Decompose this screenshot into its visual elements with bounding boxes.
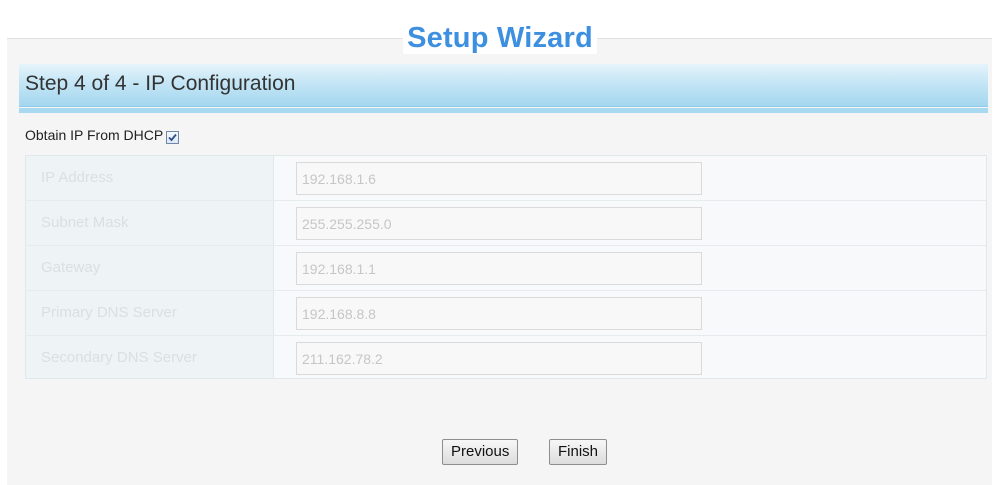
ip-address-label: IP Address <box>41 169 114 186</box>
secondary-dns-field[interactable] <box>296 342 702 375</box>
step-header-underline <box>19 108 988 113</box>
secondary-dns-row: Secondary DNS Server <box>26 336 986 381</box>
ip-address-row: IP Address <box>26 156 986 201</box>
page-title: Setup Wizard <box>0 22 1000 55</box>
ip-config-form: IP Address Subnet Mask Gateway Primary D… <box>25 155 987 379</box>
gateway-label: Gateway <box>41 259 101 276</box>
page-title-text: Setup Wizard <box>403 22 597 54</box>
subnet-mask-row: Subnet Mask <box>26 201 986 246</box>
finish-button[interactable]: Finish <box>549 439 608 465</box>
previous-button[interactable]: Previous <box>442 439 519 465</box>
secondary-dns-label: Secondary DNS Server <box>41 349 197 366</box>
gateway-row: Gateway <box>26 246 986 291</box>
primary-dns-label: Primary DNS Server <box>41 304 177 321</box>
step-header-bar: Step 4 of 4 - IP Configuration <box>19 64 988 107</box>
ip-address-field[interactable] <box>296 162 702 195</box>
subnet-mask-label: Subnet Mask <box>41 214 129 231</box>
step-title: Step 4 of 4 - IP Configuration <box>25 72 296 95</box>
gateway-field[interactable] <box>296 252 702 285</box>
subnet-mask-field[interactable] <box>296 207 702 240</box>
dhcp-row: Obtain IP From DHCP <box>25 125 180 145</box>
dhcp-label: Obtain IP From DHCP <box>25 127 164 143</box>
primary-dns-row: Primary DNS Server <box>26 291 986 336</box>
primary-dns-field[interactable] <box>296 297 702 330</box>
checkmark-icon <box>168 133 177 141</box>
dhcp-checkbox[interactable] <box>166 130 180 144</box>
